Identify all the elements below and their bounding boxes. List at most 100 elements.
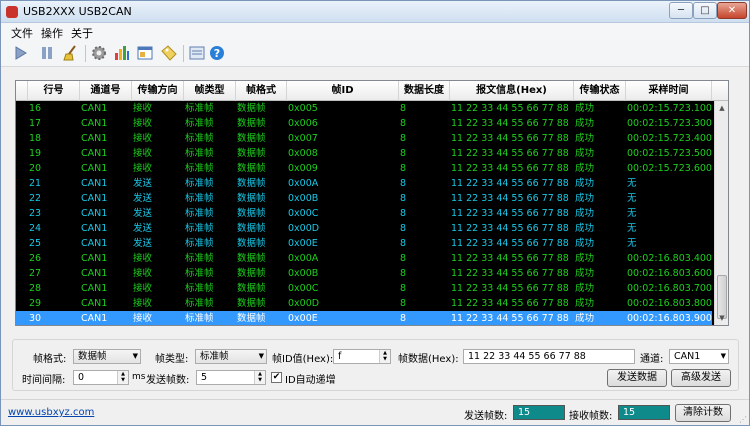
cell-no: 16 [29,103,42,114]
cell-len: 8 [400,178,407,189]
send-count-input[interactable]: 5 ▲ ▼ [196,370,266,385]
cell-no: 23 [29,208,42,219]
send-panel: 帧格式: 数据帧 ▼ 帧类型: 标准帧 ▼ 帧ID值(Hex): f ▲ ▼ 帧数据(H… [12,339,739,391]
cell-no: 27 [29,268,42,279]
cell-id: 0x009 [288,163,318,174]
gear-icon[interactable] [89,43,109,63]
cell-time: 00:02:15.723.100 [627,103,712,114]
cell-fmt: 数据帧 [237,103,266,114]
scroll-down-icon[interactable]: ▼ [715,311,728,325]
col-header-direction[interactable]: 传输方向 [132,81,184,101]
cell-type: 标准帧 [185,103,214,114]
window-icon[interactable] [135,43,155,63]
resize-grip-icon[interactable]: ⋰ [739,415,747,424]
cell-id: 0x005 [288,103,318,114]
table-row[interactable]: 20 CAN1 接收 标准帧 数据帧 0x009 8 11 22 33 44 55 66 77… [16,161,712,176]
frame-type-label: 帧类型: [155,354,189,365]
cell-time: 00:02:16.803.900 [627,313,712,324]
col-header-frame-type[interactable]: 帧类型 [184,81,236,101]
table-row[interactable]: 16 CAN1 接收 标准帧 数据帧 0x005 8 11 22 33 44 55 66 77… [16,101,712,116]
stepper-icon[interactable]: ▲ ▼ [117,371,128,384]
cell-id: 0x00E [288,313,318,324]
interval-input[interactable]: 0 ▲ ▼ [73,370,129,385]
cell-status: 成功 [575,163,595,174]
frame-type-select[interactable]: 标准帧 ▼ [195,349,267,364]
advanced-send-button[interactable]: 高级发送 [671,369,731,387]
table-row[interactable]: 23 CAN1 发送 标准帧 数据帧 0x00C 8 11 22 33 44 55 66 77… [16,206,712,221]
cell-len: 8 [400,193,407,204]
broom-icon[interactable] [61,43,81,63]
col-header-length[interactable]: 数据长度 [399,81,450,101]
auto-increment-checkbox[interactable]: ✔ [271,372,282,383]
col-header-no[interactable]: 行号 [28,81,80,101]
col-header-status[interactable]: 传输状态 [574,81,626,101]
cell-no: 26 [29,253,42,264]
minimize-button[interactable]: ─ [669,2,693,19]
table-row[interactable]: 26 CAN1 接收 标准帧 数据帧 0x00A 8 11 22 33 44 55 66 77… [16,251,712,266]
cell-len: 8 [400,298,407,309]
vertical-scrollbar[interactable]: ▲ ▼ [714,101,728,325]
website-link[interactable]: www.usbxyz.com [8,407,94,418]
col-header-frame-format[interactable]: 帧格式 [236,81,287,101]
stepper-icon[interactable]: ▲ ▼ [379,350,390,363]
frame-id-input[interactable]: f ▲ ▼ [333,349,391,364]
table-row[interactable]: 24 CAN1 发送 标准帧 数据帧 0x00D 8 11 22 33 44 55 66 77… [16,221,712,236]
pause-icon[interactable] [37,43,57,63]
send-data-button[interactable]: 发送数据 [607,369,667,387]
cell-no: 24 [29,223,42,234]
close-button[interactable]: ✕ [717,2,747,19]
chevron-down-icon: ▼ [258,352,264,360]
frame-data-input[interactable]: 11 22 33 44 55 66 77 88 [463,349,635,364]
cell-time: 00:02:16.803.700 [627,283,712,294]
table-row[interactable]: 17 CAN1 接收 标准帧 数据帧 0x006 8 11 22 33 44 55 66 77… [16,116,712,131]
cell-time: 00:02:15.723.300 [627,118,712,129]
cell-type: 标准帧 [185,313,214,324]
channel-select[interactable]: CAN1 ▼ [669,349,729,364]
cell-type: 标准帧 [185,208,214,219]
scroll-up-icon[interactable]: ▲ [715,101,728,115]
cell-no: 18 [29,133,42,144]
help-icon[interactable]: ? [207,43,227,63]
cell-time: 无 [627,223,637,234]
frame-format-select[interactable]: 数据帧 ▼ [73,349,141,364]
cell-ch: CAN1 [81,133,108,144]
cell-type: 标准帧 [185,163,214,174]
clear-count-button[interactable]: 清除计数 [675,404,731,422]
cell-no: 22 [29,193,42,204]
maximize-button[interactable]: □ [693,2,717,19]
stepper-icon[interactable]: ▲ ▼ [254,371,265,384]
table-row[interactable]: 30 CAN1 接收 标准帧 数据帧 0x00E 8 11 22 33 44 55 66 77… [16,311,712,325]
table-row[interactable]: 21 CAN1 发送 标准帧 数据帧 0x00A 8 11 22 33 44 55 66 77… [16,176,712,191]
cell-id: 0x007 [288,133,318,144]
bar-chart-icon[interactable] [112,43,132,63]
col-header-data[interactable]: 报文信息(Hex) [450,81,574,101]
cell-dir: 发送 [133,193,153,204]
col-header-channel[interactable]: 通道号 [80,81,132,101]
interval-value: 0 [78,372,85,383]
table-row[interactable]: 22 CAN1 发送 标准帧 数据帧 0x00B 8 11 22 33 44 55 66 77… [16,191,712,206]
table-row[interactable]: 25 CAN1 发送 标准帧 数据帧 0x00E 8 11 22 33 44 55 66 77… [16,236,712,251]
cell-status: 成功 [575,103,595,114]
table-row[interactable]: 29 CAN1 接收 标准帧 数据帧 0x00D 8 11 22 33 44 55 66 77… [16,296,712,311]
cell-type: 标准帧 [185,148,214,159]
table-row[interactable]: 19 CAN1 接收 标准帧 数据帧 0x008 8 11 22 33 44 55 66 77… [16,146,712,161]
table-row[interactable]: 18 CAN1 接收 标准帧 数据帧 0x007 8 11 22 33 44 55 66 77… [16,131,712,146]
panel-icon[interactable] [187,43,207,63]
table-row[interactable]: 28 CAN1 接收 标准帧 数据帧 0x00C 8 11 22 33 44 55 66 77… [16,281,712,296]
col-header-frame-id[interactable]: 帧ID [287,81,399,101]
menu-file[interactable]: 文件 [11,25,33,41]
cell-len: 8 [400,103,407,114]
menu-about[interactable]: 关于 [71,25,93,41]
play-icon[interactable] [10,43,30,63]
cell-time: 无 [627,238,637,249]
col-header-time[interactable]: 采样时间 [626,81,712,101]
grid-header: 行号 通道号 传输方向 帧类型 帧格式 帧ID 数据长度 报文信息(Hex) 传… [16,81,728,101]
table-row[interactable]: 27 CAN1 接收 标准帧 数据帧 0x00B 8 11 22 33 44 55 66 77… [16,266,712,281]
tag-icon[interactable] [159,43,179,63]
cell-ch: CAN1 [81,223,108,234]
menu-operate[interactable]: 操作 [41,25,63,41]
cell-dir: 接收 [133,298,153,309]
cell-ch: CAN1 [81,208,108,219]
cell-ch: CAN1 [81,268,108,279]
cell-fmt: 数据帧 [237,208,266,219]
